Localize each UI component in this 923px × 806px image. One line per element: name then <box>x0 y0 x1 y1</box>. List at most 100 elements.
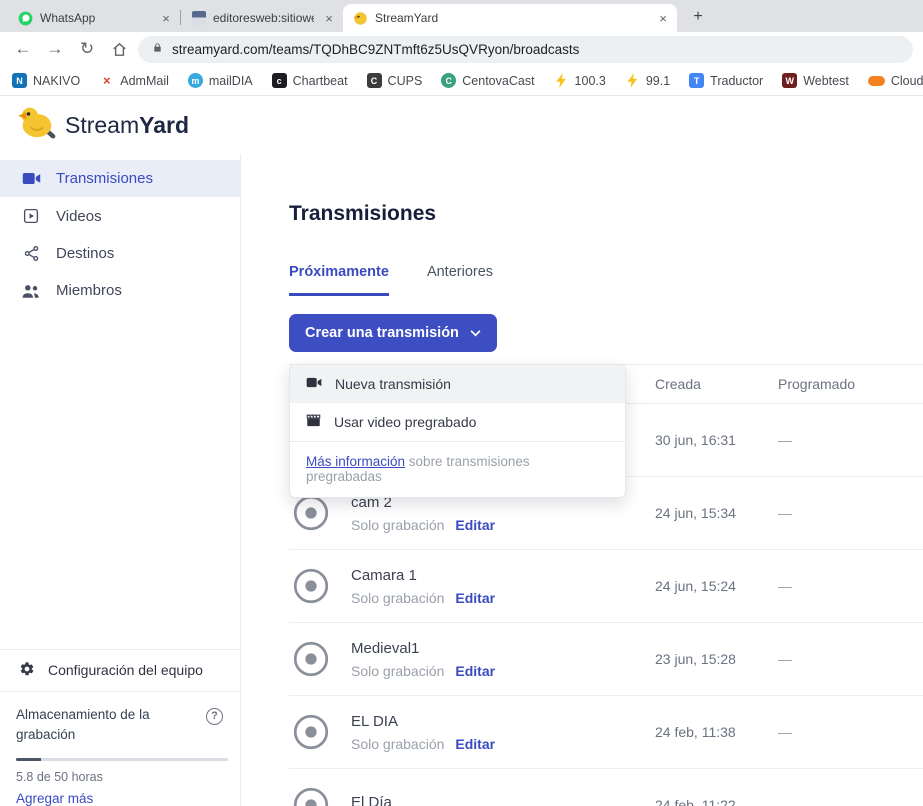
streamyard-logo[interactable]: StreamYard <box>18 105 189 145</box>
traductor-icon: T <box>689 73 704 88</box>
record-icon <box>289 637 333 681</box>
record-icon <box>289 710 333 754</box>
centovacast-icon: C <box>441 73 456 88</box>
lock-icon <box>152 41 163 57</box>
broadcast-row[interactable]: Camara 1 Solo grabación Editar 24 jun, 1… <box>289 550 923 623</box>
tab-proximamente[interactable]: Próximamente <box>289 264 389 296</box>
sidebar-item-miembros[interactable]: Miembros <box>0 272 240 309</box>
storage-section: Almacenamiento de la grabación ? 5.8 de … <box>0 691 240 806</box>
sidebar-item-transmisiones[interactable]: Transmisiones <box>0 160 240 197</box>
broadcast-title: Medieval1 <box>351 640 495 657</box>
eldia-favicon <box>191 11 206 26</box>
add-more-link[interactable]: Agregar más <box>16 791 224 806</box>
admmail-icon: × <box>99 73 114 88</box>
created-cell: 24 jun, 15:24 <box>655 578 778 594</box>
bookmark-cups[interactable]: C CUPS <box>367 73 423 88</box>
back-button[interactable]: ← <box>10 36 36 62</box>
scheduled-cell: — <box>778 505 923 521</box>
help-icon[interactable]: ? <box>206 708 223 725</box>
reload-button[interactable]: ↻ <box>74 36 100 62</box>
tab-title: WhatsApp <box>40 11 151 25</box>
created-cell: 23 jun, 15:28 <box>655 651 778 667</box>
bookmarks-bar: N NAKIVO × AdmMail m mailDIA c Chartbeat… <box>0 66 923 96</box>
tab-close-icon[interactable]: × <box>655 10 671 26</box>
bookmark-cloudflare[interactable]: CloudFlare <box>868 74 923 88</box>
scheduled-cell: — <box>778 651 923 667</box>
more-info-link[interactable]: Más información <box>306 454 405 469</box>
maildia-icon: m <box>188 73 203 88</box>
bookmark-99-1[interactable]: 99.1 <box>625 73 670 88</box>
edit-link[interactable]: Editar <box>455 517 495 533</box>
dropdown-footer: Más información sobre transmisiones preg… <box>290 442 625 497</box>
storage-progress-bar <box>16 758 228 761</box>
scheduled-cell: — <box>778 797 923 806</box>
broadcast-title: Camara 1 <box>351 567 495 584</box>
column-created: Creada <box>655 376 778 392</box>
sidebar-item-destinos[interactable]: Destinos <box>0 235 240 272</box>
scheduled-cell: — <box>778 432 923 448</box>
browser-tab-streamyard[interactable]: StreamYard × <box>343 4 677 32</box>
storage-usage: 5.8 de 50 horas <box>16 770 224 784</box>
address-bar: ← → ↻ streamyard.com/teams/TQDhBC9ZNTmft… <box>0 32 923 66</box>
share-icon <box>21 245 41 262</box>
broadcast-row[interactable]: El Día 24 feb, 11:22 — <box>289 769 923 806</box>
edit-link[interactable]: Editar <box>455 590 495 606</box>
tab-anteriores[interactable]: Anteriores <box>427 264 493 296</box>
column-programado: Programado <box>778 376 923 392</box>
camera-icon <box>306 376 322 392</box>
broadcast-subtitle: Solo grabación <box>351 736 444 752</box>
bookmark-nakivo[interactable]: N NAKIVO <box>12 73 80 88</box>
edit-link[interactable]: Editar <box>455 663 495 679</box>
brand-text: StreamYard <box>65 112 189 139</box>
created-cell: 24 feb, 11:38 <box>655 724 778 740</box>
bookmark-chartbeat[interactable]: c Chartbeat <box>272 73 348 88</box>
record-icon <box>289 564 333 608</box>
video-library-icon <box>21 207 41 225</box>
lightning-icon <box>554 73 569 88</box>
whatsapp-icon <box>18 11 33 26</box>
team-settings-button[interactable]: Configuración del equipo <box>0 649 240 691</box>
tab-close-icon[interactable]: × <box>158 10 174 26</box>
broadcast-title: El Día <box>351 794 392 806</box>
people-icon <box>21 283 41 299</box>
streamyard-favicon <box>353 11 368 26</box>
bookmark-maildia[interactable]: m mailDIA <box>188 73 253 88</box>
bookmark-centovacast[interactable]: C CentovaCast <box>441 73 534 88</box>
storage-progress-fill <box>16 758 41 761</box>
bookmark-admmail[interactable]: × AdmMail <box>99 73 169 88</box>
menu-item-nueva-transmision[interactable]: Nueva transmisión <box>290 365 625 403</box>
browser-tab-editoresweb[interactable]: editoresweb:sitioweb:eldia.co × <box>181 4 343 32</box>
browser-tab-whatsapp[interactable]: WhatsApp × <box>8 4 180 32</box>
page-title: Transmisiones <box>289 202 923 226</box>
created-cell: 30 jun, 16:31 <box>655 432 778 448</box>
tab-close-icon[interactable]: × <box>321 10 337 26</box>
home-button[interactable] <box>106 36 132 62</box>
url-input[interactable]: streamyard.com/teams/TQDhBC9ZNTmft6z5UsQ… <box>138 36 913 63</box>
tab-title: editoresweb:sitioweb:eldia.co <box>213 11 314 25</box>
cups-icon: C <box>367 73 382 88</box>
create-broadcast-button[interactable]: Crear una transmisión <box>289 314 497 352</box>
sidebar-item-videos[interactable]: Videos <box>0 197 240 235</box>
bookmark-traductor[interactable]: T Traductor <box>689 73 763 88</box>
nakivo-icon: N <box>12 73 27 88</box>
broadcast-row[interactable]: Medieval1 Solo grabación Editar 23 jun, … <box>289 623 923 696</box>
menu-item-video-pregrabado[interactable]: Usar video pregrabado <box>290 403 625 441</box>
broadcast-title: EL DIA <box>351 713 495 730</box>
browser-tab-strip: WhatsApp × editoresweb:sitioweb:eldia.co… <box>0 0 923 32</box>
sidebar: Transmisiones Videos Destinos Miembros <box>0 154 241 806</box>
created-cell: 24 jun, 15:34 <box>655 505 778 521</box>
edit-link[interactable]: Editar <box>455 736 495 752</box>
broadcast-row[interactable]: EL DIA Solo grabación Editar 24 feb, 11:… <box>289 696 923 769</box>
broadcast-subtitle: Solo grabación <box>351 590 444 606</box>
url-text: streamyard.com/teams/TQDhBC9ZNTmft6z5UsQ… <box>172 42 579 57</box>
scheduled-cell: — <box>778 578 923 594</box>
broadcast-tabs: Próximamente Anteriores <box>289 264 923 296</box>
forward-button[interactable]: → <box>42 36 68 62</box>
duck-icon <box>18 105 56 145</box>
chevron-down-icon <box>470 325 481 341</box>
bookmark-100-3[interactable]: 100.3 <box>554 73 606 88</box>
bookmark-webtest[interactable]: W Webtest <box>782 73 849 88</box>
new-tab-button[interactable]: + <box>685 4 711 30</box>
camera-icon <box>21 171 41 186</box>
created-cell: 24 feb, 11:22 <box>655 797 778 806</box>
